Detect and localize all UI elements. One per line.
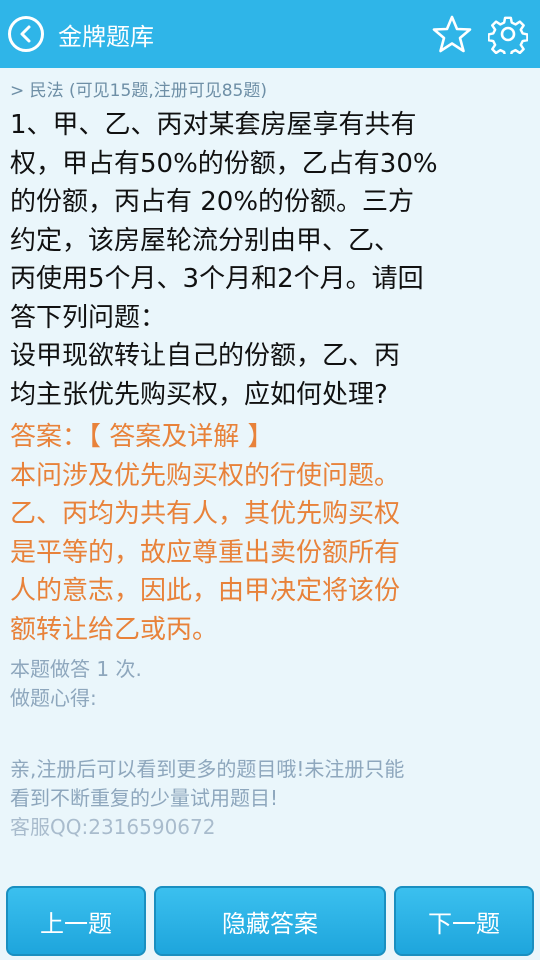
question-line: 权，甲占有50%的份额，乙占有30% (10, 148, 438, 179)
gear-icon[interactable] (486, 12, 530, 56)
answer-line: 本问涉及优先购买权的行使问题。 (10, 460, 401, 491)
top-bar: 金牌题库 (0, 0, 540, 68)
service-contact: 客服QQ:2316590672 (10, 815, 216, 839)
star-icon[interactable] (430, 12, 474, 56)
answer-text: 答案：【 答案及详解 】本问涉及优先购买权的行使问题。 乙、丙均为共有人，其优先… (0, 414, 540, 649)
register-notice: 亲,注册后可以看到更多的题目哦!未注册只能 看到不断重复的少量试用题目! 客服Q… (0, 713, 540, 842)
answer-line: 乙、丙均为共有人，其优先购买权 (10, 499, 401, 529)
question-line: 均主张优先购买权，应如何处理? (10, 379, 388, 410)
notes-label: 做题心得: (10, 686, 97, 710)
bottom-bar: 上一题 隐藏答案 下一题 (0, 876, 540, 960)
answer-line: 额转让给乙或丙。 (10, 614, 219, 645)
question-line: 设甲现欲转让自己的份额，乙、丙 (10, 341, 401, 371)
question-line: 的份额，丙占有 20%的份额。三方 (10, 187, 415, 217)
answer-stats: 本题做答 1 次. 做题心得: (0, 649, 540, 713)
breadcrumb: > 民法 (可见15题,注册可见85题) (10, 81, 267, 101)
answer-title: 答案：【 答案及详解 】 (10, 422, 274, 452)
answer-count: 本题做答 1 次. (10, 657, 142, 681)
answer-line: 是平等的，故应尊重出卖份额所有 (10, 537, 401, 568)
question-line: 丙使用5个月、3个月和2个月。请回 (10, 264, 424, 294)
question-line: 答下列问题： (10, 302, 167, 333)
notice-line: 亲,注册后可以看到更多的题目哦!未注册只能 (10, 757, 405, 781)
question-line: 约定，该房屋轮流分别由甲、乙、 (10, 225, 401, 256)
notice-line: 看到不断重复的少量试用题目! (10, 786, 279, 810)
question-content[interactable]: > 民法 (可见15题,注册可见85题) 1、甲、乙、丙对某套房屋享有共有 权，… (0, 68, 540, 876)
back-icon[interactable] (8, 16, 44, 52)
next-question-button[interactable]: 下一题 (394, 886, 534, 956)
prev-question-button[interactable]: 上一题 (6, 886, 146, 956)
app-title: 金牌题库 (58, 22, 154, 51)
hide-answer-button[interactable]: 隐藏答案 (154, 886, 386, 956)
question-text: 1、甲、乙、丙对某套房屋享有共有 权，甲占有50%的份额，乙占有30% 的份额，… (0, 102, 540, 414)
question-line: 1、甲、乙、丙对某套房屋享有共有 (10, 110, 417, 140)
answer-line: 人的意志，因此，由甲决定将该份 (10, 576, 401, 606)
